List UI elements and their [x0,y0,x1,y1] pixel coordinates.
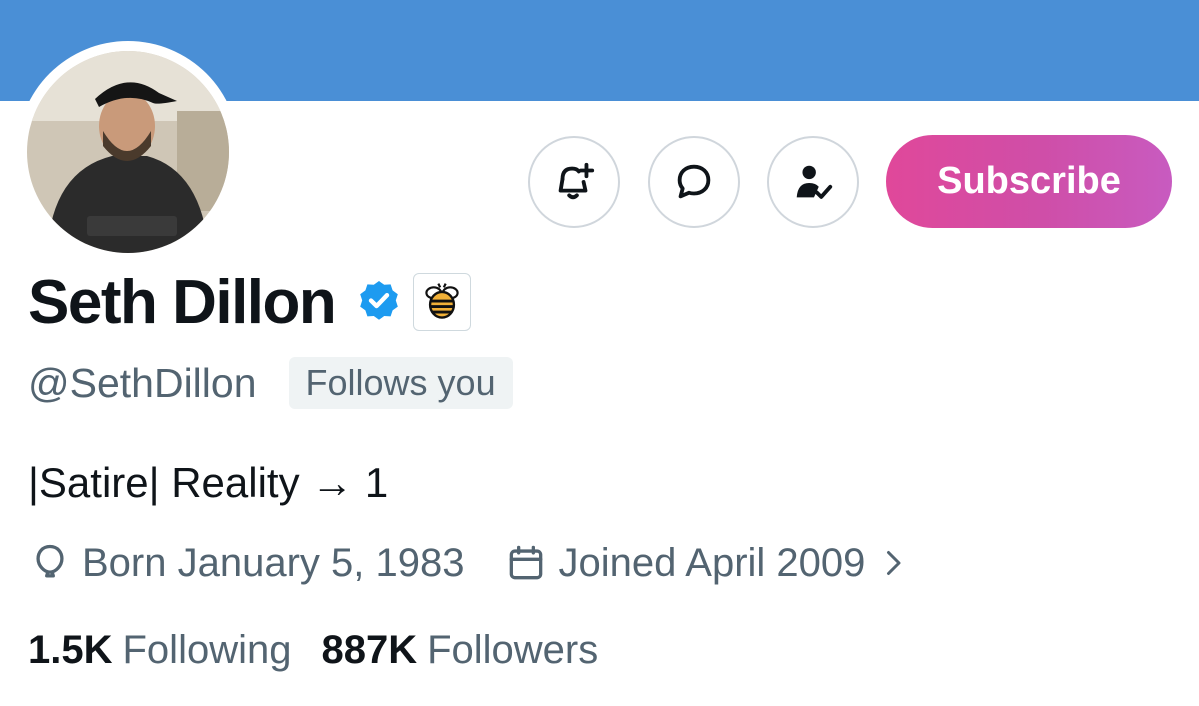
profile-meta: Born January 5, 1983 Joined April 2009 [28,537,911,589]
followers-label: Followers [427,627,599,672]
following-button[interactable] [767,136,859,228]
follows-you-badge: Follows you [288,357,513,409]
balloon-icon [36,544,64,578]
bell-plus-icon [558,162,595,200]
subscribe-button[interactable]: Subscribe [886,135,1172,228]
affiliation-badge[interactable] [413,273,472,331]
following-count: 1.5K [28,627,113,672]
handle-row: @SethDillon Follows you [28,355,513,411]
handle: @SethDillon [28,359,257,406]
following-label: Following [122,627,292,672]
message-button[interactable] [648,136,740,228]
birthday-item: Born January 5, 1983 [28,541,464,586]
followers-stat[interactable]: 887K Followers [321,628,598,673]
calendar-icon [510,545,543,580]
follow-stats: 1.5K Following 887K Followers [28,624,598,676]
bee-logo-icon [425,283,459,319]
joined-item[interactable]: Joined April 2009 [504,541,911,586]
followers-count: 887K [321,627,418,672]
join-date: Joined April 2009 [558,540,866,585]
person-check-icon [796,165,833,199]
profile-avatar[interactable] [17,41,239,263]
verified-badge-icon[interactable] [355,278,403,326]
display-name: Seth Dillon [28,267,337,337]
chevron-right-icon [887,551,901,575]
name-row: Seth Dillon [28,266,472,338]
message-bubble-icon [677,164,711,199]
bio: |Satire| Reality → 1 [28,459,389,506]
following-stat[interactable]: 1.5K Following [28,628,291,673]
birth-date: Born January 5, 1983 [82,540,465,585]
avatar-photo [27,51,229,253]
notify-button[interactable] [528,136,620,228]
